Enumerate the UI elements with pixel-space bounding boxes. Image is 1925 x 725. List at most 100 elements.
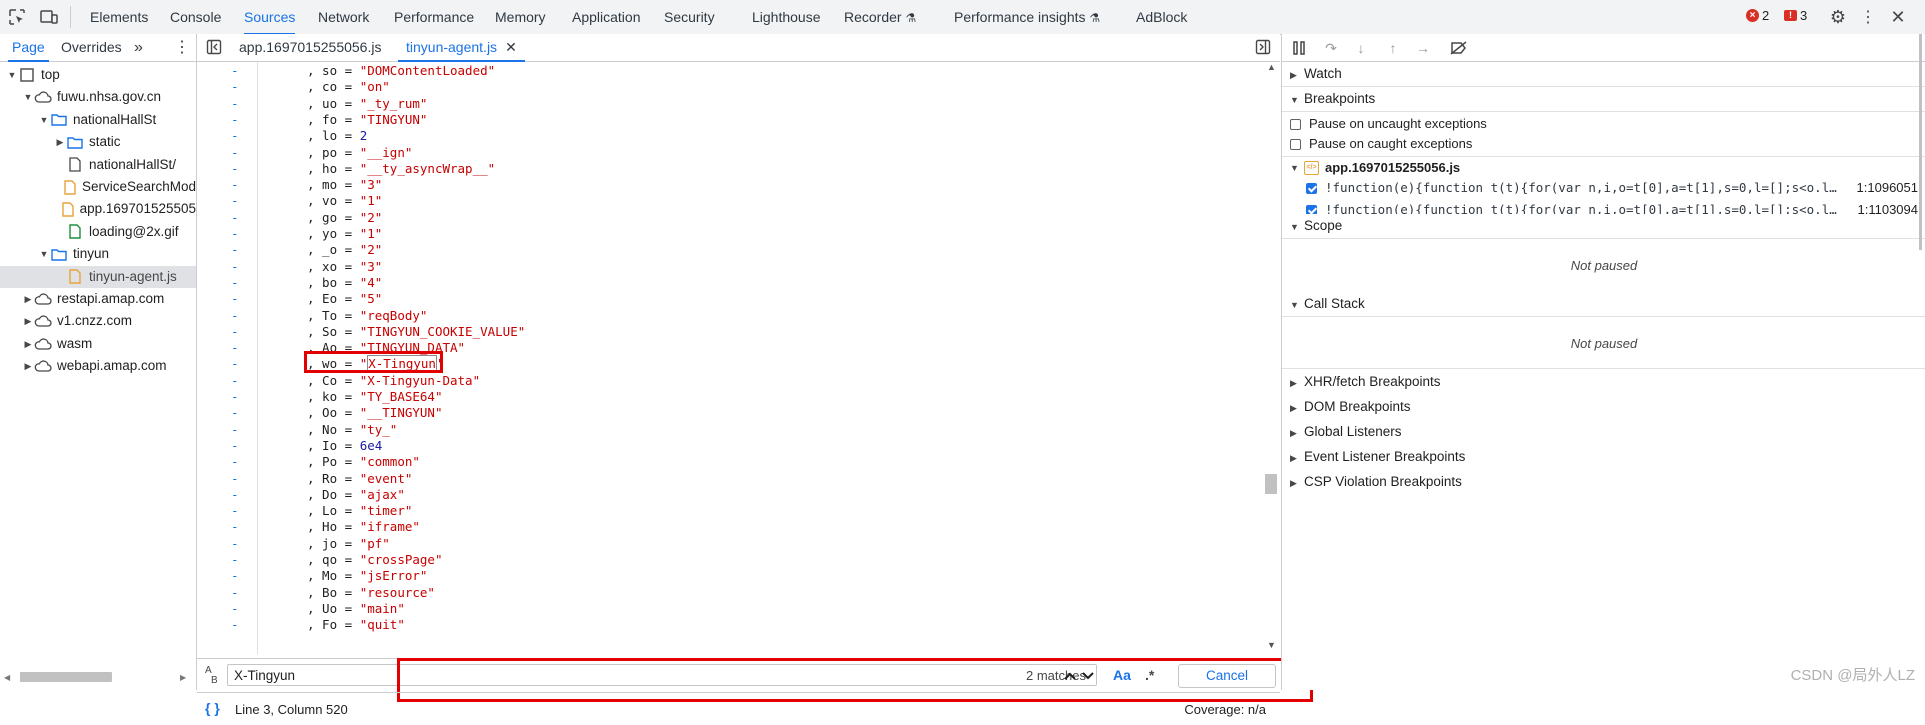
device-toolbar-icon[interactable]	[40, 8, 58, 26]
line-marker[interactable]: -	[231, 193, 239, 209]
triangle-right-icon[interactable]: ▶	[54, 131, 66, 153]
section-csp-violation-breakpoints[interactable]: ▶ CSP Violation Breakpoints	[1282, 470, 1925, 494]
triangle-down-icon[interactable]: ▼	[22, 86, 34, 108]
pretty-print-icon[interactable]: { }	[205, 700, 220, 716]
tree-item[interactable]: ▼ fuwu.nhsa.gov.cn	[0, 86, 196, 108]
tab-console[interactable]: Console	[170, 0, 221, 34]
line-marker[interactable]: -	[231, 161, 239, 177]
line-marker[interactable]: -	[231, 405, 239, 421]
line-marker[interactable]: -	[231, 487, 239, 503]
tree-item[interactable]: app.169701525505	[0, 198, 196, 220]
line-marker[interactable]: -	[231, 568, 239, 584]
breakpoint-item[interactable]: !function(e){function t(t){for(var n,i,o…	[1306, 178, 1918, 198]
triangle-down-icon[interactable]: ▼	[38, 109, 50, 131]
line-marker[interactable]: -	[231, 259, 239, 275]
tree-item[interactable]: nationalHallSt/	[0, 154, 196, 176]
line-marker[interactable]: -	[231, 422, 239, 438]
issues-badge[interactable]: ! 3	[1784, 8, 1807, 23]
tree-item[interactable]: tinyun-agent.js	[0, 265, 196, 288]
tree-item[interactable]: loading@2x.gif	[0, 221, 196, 243]
more-tabs-icon[interactable]: »	[134, 34, 143, 61]
line-marker[interactable]: -	[231, 617, 239, 633]
deactivate-breakpoints-icon[interactable]	[1450, 39, 1468, 57]
triangle-down-icon[interactable]: ▼	[38, 243, 50, 265]
step-out-icon[interactable]: ↑	[1384, 39, 1402, 57]
errors-badge[interactable]: × 2	[1746, 8, 1769, 23]
replace-toggle-icon[interactable]: AB	[205, 666, 218, 686]
section-watch[interactable]: ▶ Watch	[1282, 62, 1925, 87]
line-marker[interactable]: -	[231, 63, 239, 79]
line-marker[interactable]: -	[231, 96, 239, 112]
triangle-down-icon[interactable]: ▼	[6, 64, 18, 86]
pause-uncaught-row[interactable]: Pause on uncaught exceptions	[1290, 114, 1487, 134]
line-marker[interactable]: -	[231, 145, 239, 161]
line-marker[interactable]: -	[231, 389, 239, 405]
pause-uncaught-checkbox[interactable]	[1290, 118, 1301, 130]
line-marker[interactable]: -	[231, 536, 239, 552]
triangle-right-icon[interactable]: ▶	[22, 310, 34, 332]
file-tab-tinyun-agent[interactable]: tinyun-agent.js ✕	[398, 34, 525, 62]
line-marker[interactable]: -	[231, 291, 239, 307]
breakpoint-checkbox[interactable]	[1306, 182, 1317, 194]
file-tab-app[interactable]: app.1697015255056.js	[239, 34, 381, 61]
breakpoint-file-row[interactable]: ▼ </> app.1697015255056.js	[1290, 158, 1460, 178]
tab-sources[interactable]: Sources	[244, 0, 296, 35]
step-over-icon[interactable]: ↷	[1322, 39, 1340, 57]
close-tab-icon[interactable]: ✕	[505, 39, 517, 55]
line-marker[interactable]: -	[231, 471, 239, 487]
section-event-listener-breakpoints[interactable]: ▶ Event Listener Breakpoints	[1282, 445, 1925, 469]
pause-caught-row[interactable]: Pause on caught exceptions	[1290, 134, 1472, 154]
debugger-scrollbar[interactable]	[1919, 34, 1922, 250]
pause-resume-icon[interactable]	[1290, 39, 1308, 57]
vertical-scrollbar[interactable]: ▲ ▼	[1262, 62, 1280, 654]
horizontal-scrollbar[interactable]: ◀ ▶	[0, 670, 196, 684]
section-global-listeners[interactable]: ▶ Global Listeners	[1282, 420, 1925, 444]
line-marker[interactable]: -	[231, 79, 239, 95]
tab-performance[interactable]: Performance	[394, 0, 474, 34]
tree-item[interactable]: ▼ top	[0, 64, 196, 86]
tree-item[interactable]: ▼ tinyun	[0, 243, 196, 265]
line-marker[interactable]: -	[231, 112, 239, 128]
line-marker[interactable]: -	[231, 226, 239, 242]
navigator-menu-icon[interactable]: ⋮	[174, 34, 190, 61]
tab-application[interactable]: Application	[572, 0, 641, 34]
line-marker[interactable]: -	[231, 308, 239, 324]
tab-overrides[interactable]: Overrides	[61, 34, 122, 61]
triangle-right-icon[interactable]: ▶	[22, 288, 34, 310]
close-icon[interactable]: ✕	[1888, 7, 1908, 27]
triangle-right-icon[interactable]: ▶	[22, 355, 34, 377]
tab-page[interactable]: Page	[8, 34, 49, 62]
tree-item[interactable]: ▶ static	[0, 131, 196, 153]
line-marker[interactable]: -	[231, 585, 239, 601]
inspect-element-icon[interactable]	[8, 8, 26, 26]
tab-recorder[interactable]: Recorder ⚗	[844, 0, 916, 34]
tree-item[interactable]: ▶ webapi.amap.com	[0, 355, 196, 377]
line-marker[interactable]: -	[231, 356, 239, 372]
tree-item[interactable]: ServiceSearchMod	[0, 176, 196, 198]
section-xhr-fetch-breakpoints[interactable]: ▶ XHR/fetch Breakpoints	[1282, 370, 1925, 394]
line-marker[interactable]: -	[231, 454, 239, 470]
line-marker[interactable]: -	[231, 177, 239, 193]
gear-icon[interactable]: ⚙	[1828, 7, 1848, 27]
line-marker[interactable]: -	[231, 438, 239, 454]
line-marker[interactable]: -	[231, 275, 239, 291]
tab-memory[interactable]: Memory	[495, 0, 546, 34]
line-marker[interactable]: -	[231, 324, 239, 340]
tree-item[interactable]: ▶ restapi.amap.com	[0, 288, 196, 310]
line-marker[interactable]: -	[231, 503, 239, 519]
toggle-debugger-icon[interactable]	[1254, 38, 1272, 56]
section-scope[interactable]: ▼ Scope	[1282, 214, 1925, 239]
tree-item[interactable]: ▶ wasm	[0, 333, 196, 355]
line-marker[interactable]: -	[231, 373, 239, 389]
line-marker[interactable]: -	[231, 519, 239, 535]
tab-lighthouse[interactable]: Lighthouse	[752, 0, 821, 34]
section-call-stack[interactable]: ▼ Call Stack	[1282, 292, 1925, 317]
line-marker[interactable]: -	[231, 601, 239, 617]
line-marker[interactable]: -	[231, 128, 239, 144]
section-breakpoints[interactable]: ▼ Breakpoints	[1282, 87, 1925, 112]
tab-elements[interactable]: Elements	[90, 0, 148, 34]
tab-adblock[interactable]: AdBlock	[1136, 0, 1187, 34]
line-marker[interactable]: -	[231, 552, 239, 568]
triangle-right-icon[interactable]: ▶	[22, 333, 34, 355]
step-into-icon[interactable]: ↓	[1352, 39, 1370, 57]
